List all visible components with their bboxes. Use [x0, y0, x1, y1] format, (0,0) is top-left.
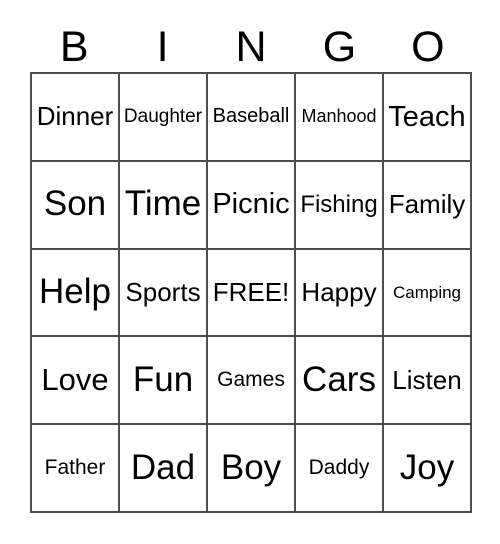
bingo-cell[interactable]: Time [120, 161, 208, 250]
bingo-cell-label: Cars [302, 359, 376, 399]
bingo-cell-label: Baseball [212, 105, 290, 128]
bingo-cell[interactable]: Boy [208, 425, 296, 513]
bingo-cell[interactable]: Help [32, 249, 120, 338]
bingo-cell-label: Family [388, 189, 466, 220]
bingo-cell-label: Time [124, 184, 202, 224]
bingo-cell-label: Daughter [123, 105, 203, 127]
bingo-cell[interactable]: Camping [384, 249, 472, 338]
bingo-cell[interactable]: Fun [120, 337, 208, 426]
bingo-cell[interactable]: Son [32, 161, 120, 250]
header-cell-o: O [384, 22, 472, 72]
bingo-cell[interactable]: Happy [296, 249, 384, 338]
bingo-cell[interactable]: Dinner [32, 74, 120, 162]
bingo-cell[interactable]: Fishing [296, 161, 384, 250]
bingo-cell[interactable]: Manhood [296, 74, 384, 162]
bingo-cell[interactable]: Love [32, 337, 120, 426]
bingo-cell[interactable]: Teach [384, 74, 472, 162]
bingo-cell[interactable]: Father [32, 425, 120, 513]
bingo-cell-label: Help [39, 272, 111, 312]
header-cell-i: I [118, 22, 206, 72]
bingo-cell-label: Love [41, 362, 109, 398]
header-letter-i: I [156, 22, 169, 71]
bingo-cell-label: Teach [388, 100, 466, 133]
bingo-cell-label: Listen [392, 364, 462, 395]
header-cell-b: B [30, 22, 118, 72]
bingo-cell-label: Joy [399, 447, 455, 487]
bingo-cell-label: Dinner [36, 101, 114, 132]
bingo-cell-label: Fun [132, 359, 194, 399]
bingo-cell-label: Fishing [300, 191, 378, 219]
bingo-cell[interactable]: Sports [120, 249, 208, 338]
bingo-cell-label: Games [217, 368, 285, 392]
bingo-cell[interactable]: Daddy [296, 425, 384, 513]
bingo-cell-label: FREE! [212, 276, 290, 307]
bingo-cell[interactable]: Family [384, 161, 472, 250]
header-letter-n: N [235, 22, 267, 71]
bingo-header-row: B I N G O [30, 22, 472, 72]
bingo-card: B I N G O Dinner Daughter Baseball Manhood T… [0, 0, 500, 544]
bingo-cell-label: Son [43, 184, 107, 224]
bingo-cell[interactable]: Cars [296, 337, 384, 426]
bingo-cell-label: Dad [130, 447, 196, 487]
bingo-cell-label: Camping [392, 282, 462, 302]
bingo-cell-label: Sports [125, 276, 201, 307]
bingo-cell[interactable]: Picnic [208, 161, 296, 250]
bingo-cell-label: Happy [301, 276, 377, 307]
bingo-cell[interactable]: Dad [120, 425, 208, 513]
header-letter-o: O [411, 22, 445, 71]
bingo-cell[interactable]: FREE! [208, 249, 296, 338]
bingo-cell-label: Daddy [308, 456, 370, 480]
bingo-cell-label: Boy [220, 447, 282, 487]
header-cell-g: G [295, 22, 383, 72]
bingo-cell[interactable]: Games [208, 337, 296, 426]
bingo-cell-label: Father [44, 456, 106, 480]
bingo-cell[interactable]: Joy [384, 425, 472, 513]
bingo-cell-label: Picnic [212, 188, 290, 221]
bingo-cell[interactable]: Baseball [208, 74, 296, 162]
bingo-cell[interactable]: Listen [384, 337, 472, 426]
header-letter-g: G [322, 22, 357, 71]
bingo-cell-label: Manhood [301, 106, 377, 127]
header-letter-b: B [59, 22, 89, 71]
bingo-grid: Dinner Daughter Baseball Manhood Teach Son Tim… [30, 72, 472, 513]
header-cell-n: N [207, 22, 295, 72]
bingo-cell[interactable]: Daughter [120, 74, 208, 162]
